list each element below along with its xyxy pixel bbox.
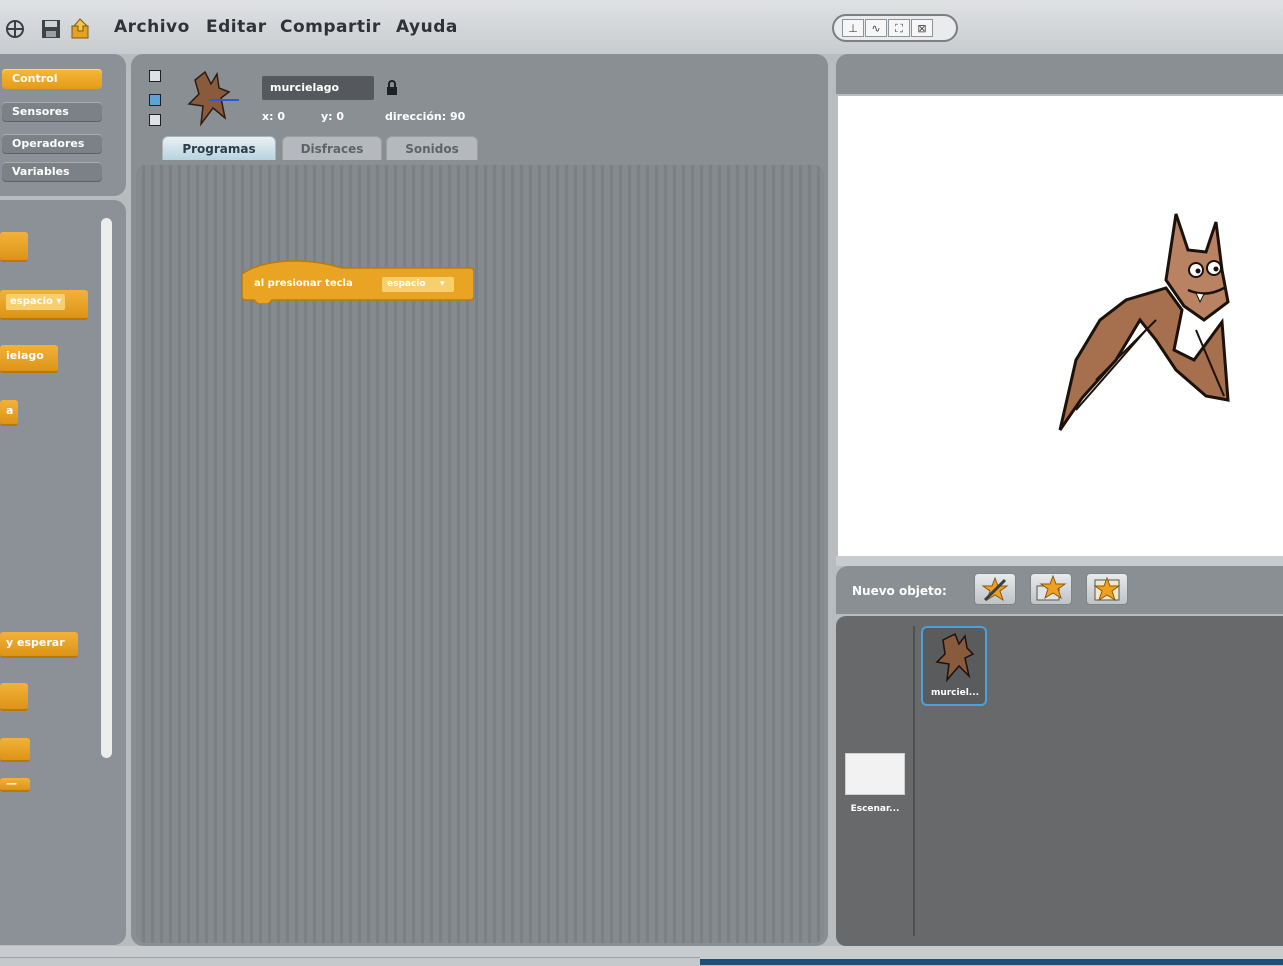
tab-disfraces[interactable]: Disfraces xyxy=(282,136,382,160)
script-area[interactable] xyxy=(136,165,824,943)
menu-bar: Archivo Editar Compartir Ayuda ⊥ ∿ ⛶ ⊠ xyxy=(0,0,1283,54)
stage[interactable] xyxy=(838,96,1283,556)
bat-sprite[interactable] xyxy=(1056,210,1236,438)
sprite-preview-bat xyxy=(187,70,239,127)
palette-block[interactable]: ielago xyxy=(0,345,58,373)
choose-sprite-file-button[interactable] xyxy=(1030,573,1072,605)
menu-ayuda[interactable]: Ayuda xyxy=(396,17,458,37)
tab-sonidos[interactable]: Sonidos xyxy=(386,136,478,160)
category-panel: Control Sensores Operadores Variables xyxy=(0,54,126,196)
category-control[interactable]: Control xyxy=(2,69,102,89)
folder-star-icon xyxy=(1036,574,1067,601)
sprite-name-field[interactable]: murcielago xyxy=(262,76,374,100)
globe-icon[interactable] xyxy=(4,18,26,40)
menu-editar[interactable]: Editar xyxy=(206,17,267,37)
paint-new-sprite-button[interactable] xyxy=(974,573,1016,605)
palette-scrollbar[interactable] xyxy=(101,218,112,758)
tab-programas[interactable]: Programas xyxy=(162,136,276,160)
palette-block-key[interactable]: espacio ▾ xyxy=(0,290,88,320)
stage-divider xyxy=(836,556,1283,566)
menu-compartir[interactable]: Compartir xyxy=(280,17,381,37)
presentation-mode-button[interactable]: ⊠ xyxy=(911,19,933,37)
taskbar-edge xyxy=(700,959,1283,965)
category-operadores[interactable]: Operadores xyxy=(2,134,102,154)
when-key-pressed-block[interactable]: al presionar tecla espacio ▾ xyxy=(242,258,474,304)
sprite-thumbnail-label: murciel... xyxy=(930,688,980,698)
stage-thumbnail[interactable] xyxy=(845,753,905,795)
category-sensores[interactable]: Sensores xyxy=(2,102,102,122)
palette-block[interactable]: a xyxy=(0,400,18,426)
palette-block[interactable] xyxy=(0,683,28,711)
lock-icon[interactable] xyxy=(386,80,398,96)
stage-mode-group: ⊥ ∿ ⛶ ⊠ xyxy=(832,14,958,42)
paint-star-icon xyxy=(981,576,1009,602)
sprite-direction-readout: dirección: 90 xyxy=(385,110,466,123)
turbo-mode-button[interactable]: ∿ xyxy=(865,19,887,37)
key-dropdown[interactable]: espacio ▾ xyxy=(382,277,454,292)
rotate-all-icon[interactable] xyxy=(149,70,161,82)
key-dropdown-value: espacio xyxy=(387,279,426,289)
palette-block[interactable] xyxy=(0,232,28,262)
menu-archivo[interactable]: Archivo xyxy=(114,17,190,37)
palette-block[interactable] xyxy=(0,738,30,762)
random-sprite-button[interactable] xyxy=(1086,573,1128,605)
full-stage-button[interactable]: ⛶ xyxy=(888,19,910,37)
bat-thumbnail-image xyxy=(935,632,975,682)
small-stage-button[interactable]: ⊥ xyxy=(842,19,864,37)
share-icon[interactable] xyxy=(70,18,92,40)
save-icon[interactable] xyxy=(40,18,62,40)
surprise-star-icon xyxy=(1093,576,1121,602)
chevron-down-icon: ▾ xyxy=(440,279,445,289)
stage-header xyxy=(836,54,1283,94)
sprite-x-readout: x: 0 xyxy=(262,110,285,123)
palette-block-key-value: espacio ▾ xyxy=(6,294,66,310)
category-variables[interactable]: Variables xyxy=(2,162,102,182)
no-rotate-icon[interactable] xyxy=(149,114,161,126)
palette-block[interactable]: — xyxy=(0,778,30,792)
new-sprite-label: Nuevo objeto: xyxy=(852,584,947,598)
flip-left-right-icon[interactable] xyxy=(149,94,161,106)
stage-thumbnail-label: Escenar... xyxy=(850,804,900,814)
hat-block-label: al presionar tecla xyxy=(254,278,353,289)
sprite-y-readout: y: 0 xyxy=(321,110,345,123)
palette-block-say-wait[interactable]: y esperar xyxy=(0,632,78,658)
sprite-list-divider xyxy=(913,626,915,936)
